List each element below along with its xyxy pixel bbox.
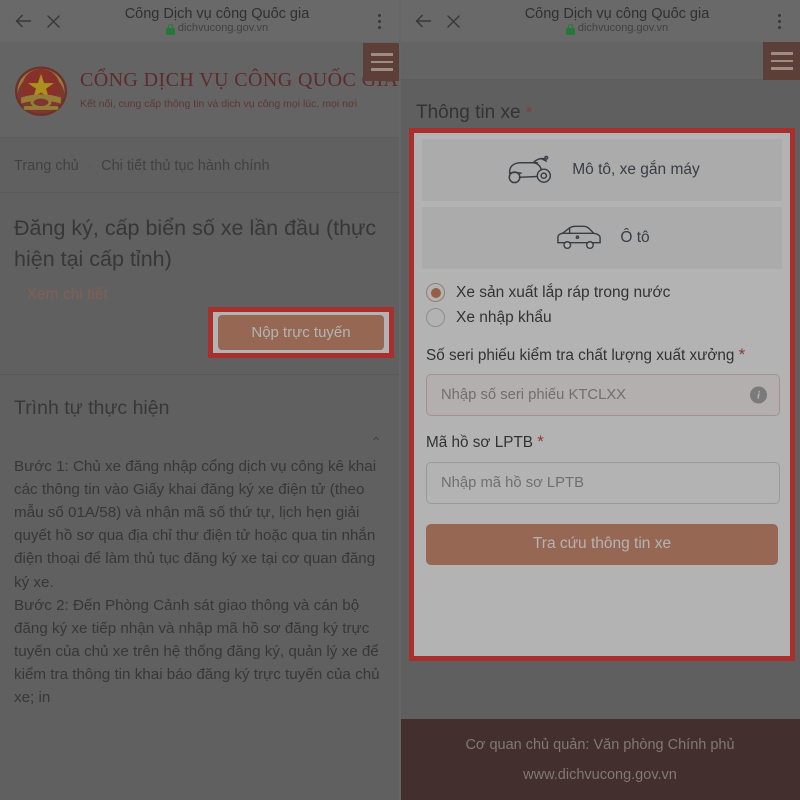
see-detail-label: Xem chi tiết — [26, 286, 108, 304]
chevron-right-icon: › — [14, 287, 19, 304]
footer-website[interactable]: www.dichvucong.gov.vn — [523, 767, 677, 783]
site-brand: CỔNG DỊCH VỤ CÔNG QUỐC GIA Kết nối, cung… — [80, 69, 398, 110]
back-arrow-icon[interactable] — [8, 6, 38, 36]
radio-imported-indicator[interactable] — [426, 308, 445, 327]
radio-domestic-label: Xe sản xuất lắp ráp trong nước — [456, 283, 671, 301]
footer-authority: Cơ quan chủ quản: Văn phòng Chính phủ — [465, 736, 735, 753]
browser-title-block: Cổng Dịch vụ công Quốc gia dichvucong.go… — [68, 7, 366, 35]
vehicle-option-motorbike-label: Mô tô, xe gắn máy — [572, 161, 700, 178]
radio-domestic[interactable]: Xe sản xuất lắp ráp trong nước — [426, 283, 782, 302]
breadcrumb-separator-icon: › — [87, 158, 93, 174]
radio-domestic-indicator[interactable] — [426, 283, 445, 302]
serial-input-placeholder: Nhập số seri phiếu KTCLXX — [441, 387, 627, 404]
site-brand-subtitle: Kết nối, cung cấp thông tin và dịch vụ c… — [80, 98, 358, 110]
browser-page-title: Cổng Dịch vụ công Quốc gia — [524, 7, 710, 23]
browser-chrome-right: Cổng Dịch vụ công Quốc gia dichvucong.go… — [400, 0, 800, 42]
site-footer: Cơ quan chủ quản: Văn phòng Chính phủ ww… — [400, 719, 800, 800]
scooter-icon — [504, 153, 556, 187]
vehicle-option-motorbike[interactable]: Mô tô, xe gắn máy — [422, 139, 782, 201]
page-title: Đăng ký, cấp biển số xe lần đầu (thực hi… — [14, 216, 377, 271]
close-icon[interactable] — [38, 6, 68, 36]
panel-seam — [399, 0, 401, 800]
car-icon — [554, 223, 604, 253]
browser-url-row[interactable]: dichvucong.gov.vn — [165, 22, 269, 35]
browser-chrome-left: Cổng Dịch vụ công Quốc gia dichvucong.go… — [0, 0, 400, 42]
hamburger-menu-icon[interactable] — [363, 43, 400, 81]
kebab-menu-icon[interactable] — [366, 6, 392, 36]
lookup-vehicle-button[interactable]: Tra cứu thông tin xe — [426, 523, 778, 565]
lptb-input[interactable]: Nhập mã hồ sơ LPTB — [426, 461, 780, 504]
serial-input[interactable]: Nhập số seri phiếu KTCLXX i — [426, 374, 780, 417]
right-screenshot-panel: Cổng Dịch vụ công Quốc gia dichvucong.go… — [400, 0, 800, 800]
site-header-left: CỔNG DỊCH VỤ CÔNG QUỐC GIA Kết nối, cung… — [0, 42, 400, 138]
site-brand-title: CỔNG DỊCH VỤ CÔNG QUỐC GIA — [80, 69, 399, 91]
chevron-up-icon[interactable]: ⌃ — [0, 420, 400, 451]
procedure-step-2: Bước 2: Đến Phòng Cảnh sát giao thông và… — [14, 596, 380, 706]
site-content-right: Thông tin xe * Mô tô, xe gắn máy Ô tô Xe… — [400, 42, 800, 800]
see-detail-link[interactable]: › Xem chi tiết — [14, 286, 400, 304]
hamburger-menu-icon[interactable] — [763, 42, 800, 80]
browser-url-text: dichvucong.gov.vn — [577, 22, 669, 35]
form-section-heading-label: Thông tin xe — [416, 102, 521, 123]
submit-row: Nộp trực tuyến — [0, 304, 400, 374]
info-icon[interactable]: i — [750, 386, 767, 404]
left-screenshot-panel: Cổng Dịch vụ công Quốc gia dichvucong.go… — [0, 0, 400, 800]
breadcrumb-home[interactable]: Trang chủ — [14, 158, 79, 174]
vietnam-emblem-icon — [10, 59, 72, 121]
screenshot-stage: Cổng Dịch vụ công Quốc gia dichvucong.go… — [0, 0, 800, 800]
lptb-field-label-text: Mã hồ sơ LPTB — [426, 434, 533, 452]
required-asterisk: * — [537, 432, 544, 452]
serial-field-label: Số seri phiếu kiểm tra chất lượng xuất x… — [422, 339, 782, 366]
required-asterisk: * — [738, 345, 746, 364]
required-asterisk: * — [525, 103, 533, 122]
radio-imported[interactable]: Xe nhập khẩu — [426, 308, 782, 327]
close-icon[interactable] — [438, 6, 468, 36]
serial-field-label-text: Số seri phiếu kiểm tra chất lượng xuất x… — [426, 347, 735, 364]
browser-url-row[interactable]: dichvucong.gov.vn — [565, 22, 669, 35]
submit-online-button[interactable]: Nộp trực tuyến — [218, 315, 384, 351]
section-title-procedure: Trình tự thực hiện — [14, 397, 170, 420]
origin-radio-group: Xe sản xuất lắp ráp trong nước Xe nhập k… — [422, 275, 782, 339]
vehicle-option-car[interactable]: Ô tô — [422, 207, 782, 269]
lptb-field-label: Mã hồ sơ LPTB * — [422, 416, 782, 453]
browser-title-block: Cổng Dịch vụ công Quốc gia dichvucong.go… — [468, 7, 766, 35]
procedure-body: Bước 1: Chủ xe đăng nhập cổng dịch vụ cô… — [0, 451, 400, 709]
radio-imported-label: Xe nhập khẩu — [456, 308, 552, 326]
lptb-input-placeholder: Nhập mã hồ sơ LPTB — [441, 474, 584, 491]
vehicle-option-car-label: Ô tô — [620, 229, 650, 246]
lock-icon — [565, 23, 575, 35]
highlight-box-form: Mô tô, xe gắn máy Ô tô Xe sản xuất lắp r… — [409, 128, 795, 661]
procedure-step-1: Bước 1: Chủ xe đăng nhập cổng dịch vụ cô… — [14, 458, 377, 591]
back-arrow-icon[interactable] — [408, 6, 438, 36]
lock-icon — [165, 23, 175, 35]
browser-url-text: dichvucong.gov.vn — [177, 22, 269, 35]
breadcrumb-current: Chi tiết thủ tục hành chính — [101, 158, 270, 174]
vehicle-info-form: Mô tô, xe gắn máy Ô tô Xe sản xuất lắp r… — [414, 133, 790, 656]
browser-page-title: Cổng Dịch vụ công Quốc gia — [124, 7, 310, 23]
breadcrumb: Trang chủ › Chi tiết thủ tục hành chính — [0, 138, 400, 192]
kebab-menu-icon[interactable] — [766, 6, 792, 36]
site-content-left: CỔNG DỊCH VỤ CÔNG QUỐC GIA Kết nối, cung… — [0, 42, 400, 800]
